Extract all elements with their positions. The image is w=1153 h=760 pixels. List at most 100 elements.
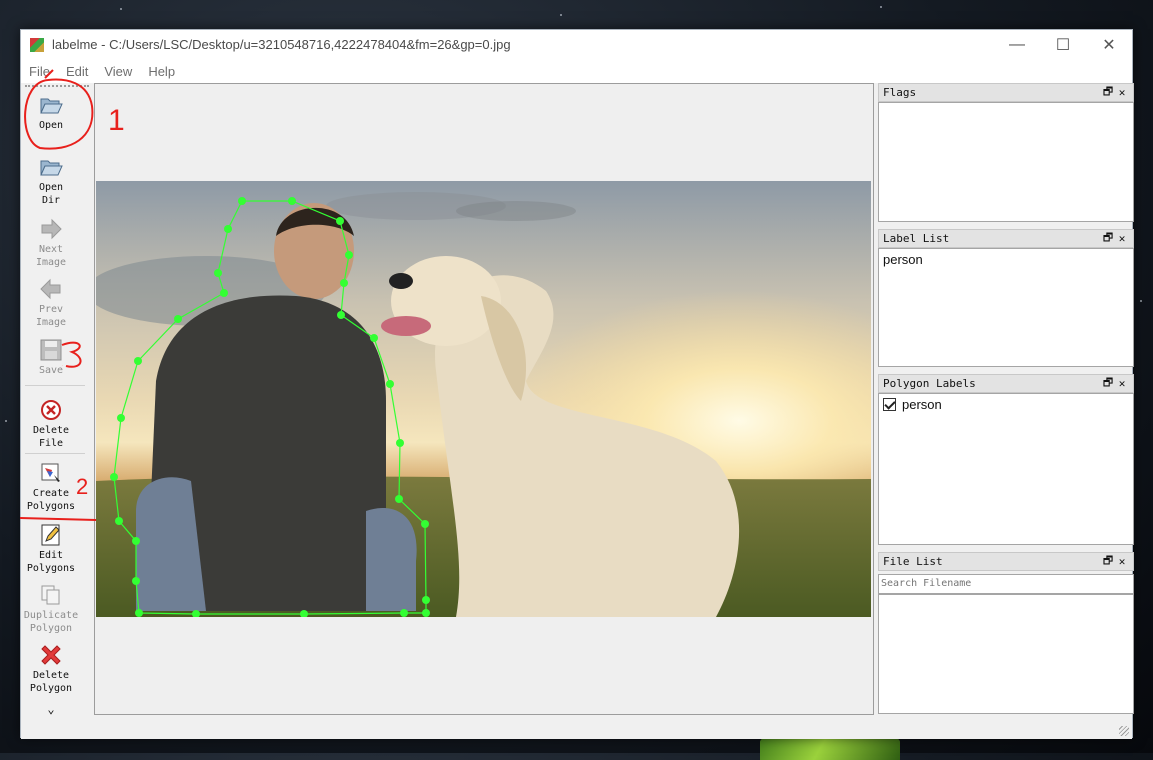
window-title: labelme - C:/Users/LSC/Desktop/u=3210548… <box>52 37 511 52</box>
label-list-dock: Label List 🗗 ✕ person <box>878 229 1134 367</box>
label-list-item[interactable]: person <box>879 249 1133 270</box>
red-x-icon <box>41 645 61 665</box>
duplicate-polygon-label: Duplicate Polygon <box>23 610 79 634</box>
polygon-vertex-handle[interactable] <box>340 279 348 287</box>
polygon-vertex-handle[interactable] <box>214 269 222 277</box>
float-icon[interactable]: 🗗 <box>1101 374 1115 393</box>
photo-man-and-dog <box>96 181 871 617</box>
arrow-right-icon <box>41 218 62 240</box>
folder-open-icon <box>40 98 63 114</box>
next-image-button[interactable]: Next Image <box>21 217 81 269</box>
image-canvas[interactable] <box>94 83 874 715</box>
polygon-vertex-handle[interactable] <box>386 380 394 388</box>
floppy-disk-icon <box>40 339 62 361</box>
polygon-vertex-handle[interactable] <box>174 315 182 323</box>
edit-polygons-button[interactable]: Edit Polygons <box>21 523 81 575</box>
duplicate-polygon-button[interactable]: Duplicate Polygon <box>21 583 81 635</box>
label-list[interactable]: person <box>878 248 1134 367</box>
tools-toolbar: Open Open Dir Next Image Prev Image Save… <box>21 85 93 716</box>
maximize-button[interactable]: ☐ <box>1040 30 1086 59</box>
open-dir-button[interactable]: Open Dir <box>21 155 81 207</box>
search-filename-input[interactable] <box>878 573 1134 594</box>
close-icon[interactable]: ✕ <box>1115 377 1129 390</box>
folder-open-icon <box>40 160 63 176</box>
polygon-labels-dock-header[interactable]: Polygon Labels 🗗 ✕ <box>878 374 1134 393</box>
star <box>120 8 122 10</box>
minimize-button[interactable]: — <box>994 30 1040 59</box>
polygon-vertex-handle[interactable] <box>345 251 353 259</box>
polygon-vertex-handle[interactable] <box>400 609 408 617</box>
prev-image-button[interactable]: Prev Image <box>21 277 81 329</box>
file-list-dock-header[interactable]: File List 🗗 ✕ <box>878 552 1134 571</box>
flags-title: Flags <box>883 86 917 99</box>
close-icon[interactable]: ✕ <box>1115 232 1129 245</box>
polygon-vertex-handle[interactable] <box>132 537 140 545</box>
polygon-vertex-handle[interactable] <box>224 225 232 233</box>
polygon-labels-title: Polygon Labels <box>883 377 976 390</box>
polygon-vertex-handle[interactable] <box>117 414 125 422</box>
polygon-vertex-handle[interactable] <box>300 610 308 617</box>
flags-dock-header[interactable]: Flags 🗗 ✕ <box>878 83 1134 102</box>
label-list-dock-header[interactable]: Label List 🗗 ✕ <box>878 229 1134 248</box>
star <box>5 420 7 422</box>
polygon-labels-list[interactable]: person <box>878 393 1134 545</box>
polygon-vertex-handle[interactable] <box>135 609 143 617</box>
polygon-vertex-handle[interactable] <box>337 311 345 319</box>
menu-file[interactable]: File <box>21 64 58 79</box>
polygon-vertex-handle[interactable] <box>238 197 246 205</box>
polygon-vertex-handle[interactable] <box>336 217 344 225</box>
menu-edit[interactable]: Edit <box>58 64 96 79</box>
create-polygons-button[interactable]: Create Polygons <box>21 461 81 513</box>
polygon-vertex-handle[interactable] <box>421 520 429 528</box>
polygon-vertex-handle[interactable] <box>395 495 403 503</box>
toolbar-grip[interactable] <box>25 85 89 88</box>
file-list-title: File List <box>883 555 943 568</box>
float-icon[interactable]: 🗗 <box>1101 552 1115 571</box>
menu-help[interactable]: Help <box>140 64 183 79</box>
flags-list[interactable] <box>878 102 1134 222</box>
person-polygon-overlay[interactable] <box>96 181 871 617</box>
star <box>880 6 882 8</box>
toolbar-separator <box>25 453 85 454</box>
open-button[interactable]: Open <box>21 93 81 132</box>
flags-dock: Flags 🗗 ✕ <box>878 83 1134 222</box>
delete-file-button[interactable]: Delete File <box>21 398 81 450</box>
polygon-vertex-handle[interactable] <box>396 439 404 447</box>
polygon-vertex-handle[interactable] <box>370 334 378 342</box>
float-icon[interactable]: 🗗 <box>1101 83 1115 102</box>
close-button[interactable]: ✕ <box>1086 30 1132 59</box>
prev-image-label: Prev Image <box>35 304 67 328</box>
polygon-visible-checkbox[interactable] <box>883 398 896 411</box>
star <box>560 14 562 16</box>
close-icon[interactable]: ✕ <box>1115 86 1129 99</box>
labelme-app-icon <box>30 37 44 52</box>
polygon-vertex-handle[interactable] <box>134 357 142 365</box>
polygon-vertex-handle[interactable] <box>132 577 140 585</box>
float-icon[interactable]: 🗗 <box>1101 229 1115 248</box>
delete-circle-icon <box>41 400 61 420</box>
polygon-vertex-handle[interactable] <box>422 596 430 604</box>
polygon-labels-dock: Polygon Labels 🗗 ✕ person <box>878 374 1134 545</box>
polygon-vertex-handle[interactable] <box>288 197 296 205</box>
close-icon[interactable]: ✕ <box>1115 555 1129 568</box>
copy-icon <box>41 585 60 605</box>
file-list-dock: File List 🗗 ✕ <box>878 552 1134 714</box>
polygon-label-item[interactable]: person <box>879 394 1133 415</box>
toolbar-separator <box>25 385 85 386</box>
person-polygon-outline[interactable] <box>113 200 427 615</box>
star <box>1140 300 1142 302</box>
file-list[interactable] <box>878 593 1134 714</box>
delete-polygon-button[interactable]: Delete Polygon <box>21 643 81 695</box>
polygon-vertex-handle[interactable] <box>110 473 118 481</box>
save-button[interactable]: Save <box>21 338 81 377</box>
polygon-vertex-handle[interactable] <box>422 609 430 617</box>
polygon-vertex-handle[interactable] <box>192 610 200 617</box>
resize-grip[interactable] <box>1119 726 1129 736</box>
menu-bar: File Edit View Help <box>21 59 1132 83</box>
open-dir-label: Open Dir <box>38 182 64 206</box>
menu-view[interactable]: View <box>96 64 140 79</box>
polygon-vertex-handle[interactable] <box>220 289 228 297</box>
polygon-label-text: person <box>902 397 942 412</box>
next-image-label: Next Image <box>35 244 67 268</box>
polygon-vertex-handle[interactable] <box>115 517 123 525</box>
